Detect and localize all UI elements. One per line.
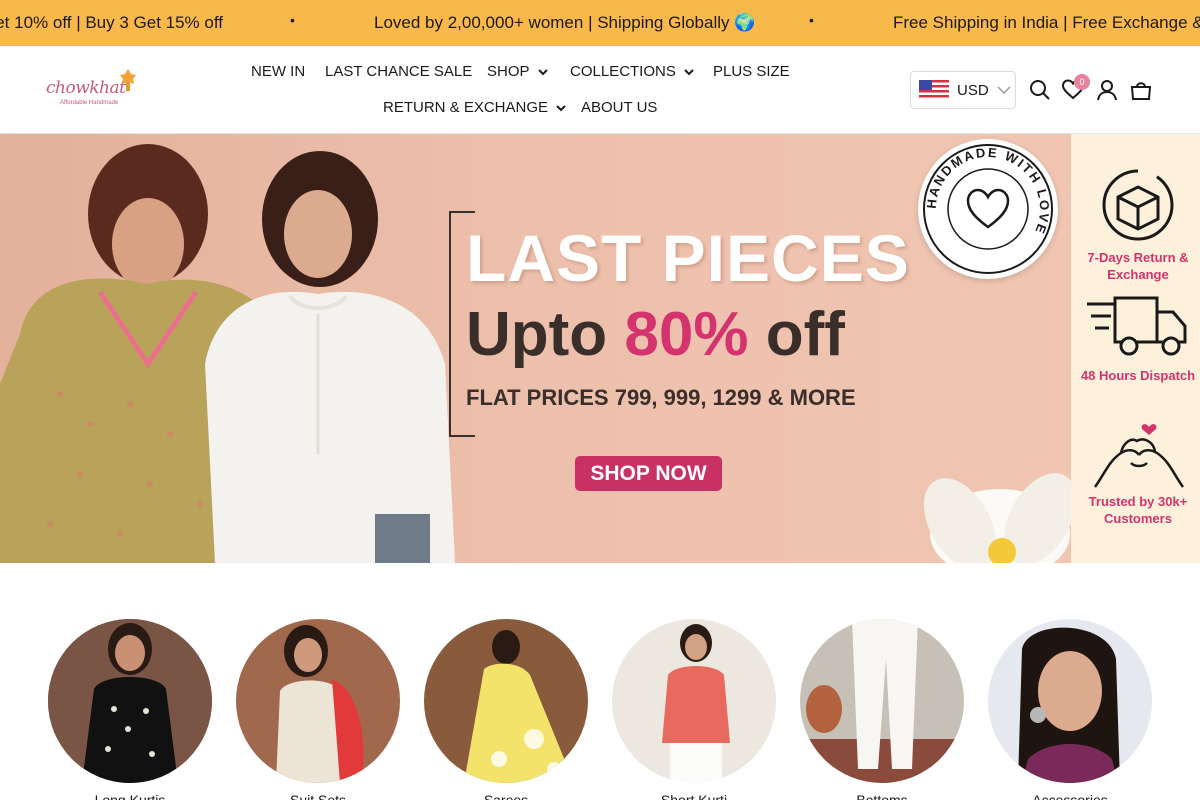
cart-bag-icon[interactable] — [1130, 79, 1152, 101]
nav-label: SHOP — [487, 63, 530, 80]
currency-code: USD — [957, 81, 989, 99]
category-photo-long-kurtis — [48, 619, 212, 783]
hero-discount-highlight: 80% — [624, 300, 749, 369]
us-flag-icon — [919, 80, 949, 100]
nav-plus-size[interactable]: PLUS SIZE — [713, 63, 790, 80]
nav-collections[interactable]: COLLECTIONS — [570, 63, 694, 80]
stamp-ring-text: HANDMADE WITH LOVE — [924, 145, 1050, 237]
announcement-bar: Get 10% off | Buy 3 Get 15% off • Loved … — [0, 0, 1200, 46]
category-label[interactable]: Sarees — [424, 792, 588, 800]
category-image[interactable] — [612, 619, 776, 783]
mandala-icon — [120, 69, 136, 91]
hero-discount-prefix: Upto — [466, 300, 625, 369]
category-photo-sarees — [424, 619, 588, 783]
category-accessories[interactable]: Accessories — [988, 619, 1152, 800]
category-bottoms[interactable]: Bottoms — [800, 619, 964, 800]
category-photo-bottoms — [800, 619, 964, 783]
category-photo-short-kurti — [612, 619, 776, 783]
hero-title: LAST PIECES — [466, 221, 910, 295]
nav-shop[interactable]: SHOP — [487, 63, 548, 80]
nav-label: RETURN & EXCHANGE — [383, 99, 549, 116]
category-short-kurti[interactable]: Short Kurti — [612, 619, 776, 800]
hero-banner[interactable]: LAST PIECES Upto 80% off FLAT PRICES 799… — [0, 134, 1071, 563]
nav-return-exchange[interactable]: RETURN & EXCHANGE — [383, 99, 566, 116]
category-sarees[interactable]: Sarees — [424, 619, 588, 800]
hero-subtitle: FLAT PRICES 799, 999, 1299 & MORE — [466, 385, 856, 410]
feature-trust-label: Trusted by 30k+ Customers — [1088, 494, 1188, 526]
features-panel: 7-Days Return & Exchange 48 Hours Dispat… — [1071, 134, 1200, 563]
announcement-message: Loved by 2,00,000+ women | Shipping Glob… — [374, 13, 756, 32]
hero-discount-suffix: off — [748, 300, 845, 369]
category-label[interactable]: Bottoms — [800, 792, 964, 800]
announcement-separator: • — [809, 12, 814, 28]
feature-dispatch-label: 48 Hours Dispatch — [1080, 368, 1196, 383]
chevron-down-icon — [684, 68, 694, 75]
site-header: chowkhat Affordable Handmade NEW IN LAST… — [0, 46, 1200, 134]
nav-new-in[interactable]: NEW IN — [251, 63, 305, 80]
hero-discount-line: Upto 80% off — [466, 299, 845, 370]
announcement-message: Free Shipping in India | Free Exchange &… — [893, 13, 1200, 32]
logo-wordmark: chowkhat — [46, 78, 126, 98]
category-image[interactable] — [424, 619, 588, 783]
nav-label: NEW IN — [251, 63, 306, 80]
category-long-kurtis[interactable]: Long Kurtis — [48, 619, 212, 800]
nav-label: LAST CHANCE SALE — [325, 63, 473, 80]
brand-logo[interactable]: chowkhat Affordable Handmade — [46, 68, 138, 108]
feature-return-label: 7-Days Return & Exchange — [1087, 250, 1189, 282]
nav-label: ABOUT US — [581, 99, 658, 116]
chevron-down-icon — [997, 86, 1011, 95]
announcement-message: Get 10% off | Buy 3 Get 15% off — [0, 13, 223, 32]
category-image[interactable] — [988, 619, 1152, 783]
category-label[interactable]: Suit Sets — [236, 792, 400, 800]
chevron-down-icon — [556, 104, 566, 111]
category-label[interactable]: Short Kurti — [612, 792, 776, 800]
heart-stamp-icon: HANDMADE WITH LOVE — [923, 144, 1053, 274]
wishlist-count-badge: 0 — [1074, 74, 1090, 90]
category-image[interactable] — [48, 619, 212, 783]
category-image[interactable] — [800, 619, 964, 783]
box-return-icon — [1102, 169, 1174, 241]
nav-label: PLUS SIZE — [713, 63, 790, 80]
svg-text:HANDMADE WITH LOVE: HANDMADE WITH LOVE — [924, 145, 1052, 237]
logo-tagline: Affordable Handmade — [60, 100, 119, 106]
nav-last-chance-sale[interactable]: LAST CHANCE SALE — [325, 63, 472, 80]
shop-now-button[interactable]: SHOP NOW — [575, 456, 722, 491]
category-suit-sets[interactable]: Suit Sets — [236, 619, 400, 800]
nav-about-us[interactable]: ABOUT US — [581, 99, 657, 116]
announcement-separator: • — [290, 12, 295, 28]
category-label[interactable]: Accessories — [988, 792, 1152, 800]
category-photo-accessories — [988, 619, 1152, 783]
delivery-truck-icon — [1087, 296, 1187, 356]
currency-selector[interactable]: USD — [910, 71, 1016, 109]
chevron-down-icon — [537, 68, 548, 75]
pinky-promise-icon — [1093, 424, 1185, 488]
handmade-with-love-stamp: HANDMADE WITH LOVE — [918, 139, 1058, 279]
nav-label: COLLECTIONS — [570, 63, 676, 80]
account-icon[interactable] — [1096, 79, 1118, 101]
search-icon[interactable] — [1029, 79, 1051, 101]
category-image[interactable] — [236, 619, 400, 783]
category-label[interactable]: Long Kurtis — [48, 792, 212, 800]
category-photo-suit-sets — [236, 619, 400, 783]
